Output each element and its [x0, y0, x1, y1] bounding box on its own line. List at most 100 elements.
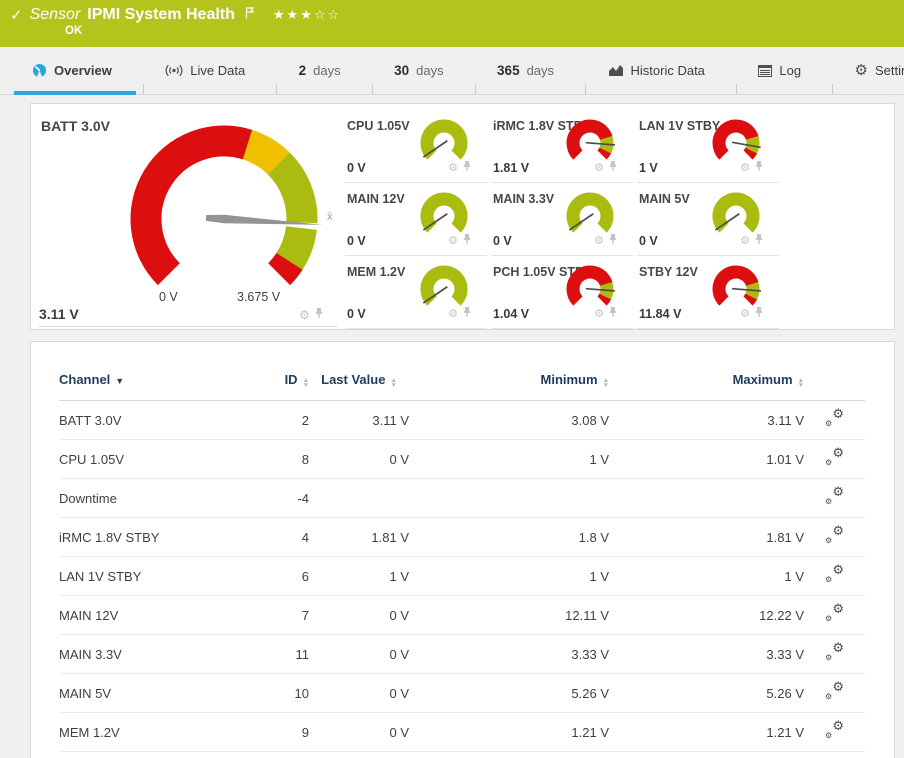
pin-icon[interactable]: [755, 232, 763, 250]
pin-icon[interactable]: [755, 305, 763, 323]
cell-channel: CPU 1.05V: [59, 440, 234, 479]
tab-log[interactable]: Log: [754, 47, 805, 94]
main-gauge: [111, 116, 341, 319]
pin-icon[interactable]: [315, 306, 323, 324]
gear-icon[interactable]: ⚙: [448, 163, 458, 174]
cell-id: -4: [234, 479, 309, 518]
pin-icon[interactable]: [463, 232, 471, 250]
pin-icon[interactable]: [609, 159, 617, 177]
gear-icon[interactable]: ⚙: [594, 309, 604, 320]
column-label: Channel: [59, 372, 110, 387]
tab-historic-data[interactable]: Historic Data: [604, 47, 709, 94]
edit-channel-icon[interactable]: ⚙⚙: [825, 410, 844, 427]
pin-icon[interactable]: [463, 159, 471, 177]
cell-last-value: 1.04 V: [309, 752, 409, 758]
main-gauge-panel: BATT 3.0V x̄ 0 V 3.675 V 3.11 V ⚙: [31, 104, 345, 329]
mini-gauge-panel-main-12v: MAIN 12V0 V⚙: [345, 183, 487, 256]
tab-overview[interactable]: Overview: [28, 47, 116, 94]
cell-channel: BATT 3.0V: [59, 401, 234, 440]
edit-channel-icon[interactable]: ⚙⚙: [825, 605, 844, 622]
sort-arrows-icon: ▲▼: [303, 378, 309, 388]
table-header-id[interactable]: ID▲▼: [234, 372, 309, 401]
gear-icon[interactable]: ⚙: [740, 163, 750, 174]
cell-last-value: 0 V: [309, 596, 409, 635]
tab-label: days: [416, 63, 443, 78]
mini-gauge-title: STBY 12V: [639, 265, 698, 279]
tab-label: Settings: [875, 63, 904, 78]
gear-icon[interactable]: ⚙: [740, 236, 750, 247]
cell-channel: LAN 1V STBY: [59, 557, 234, 596]
cell-channel: MEM 1.2V: [59, 713, 234, 752]
pin-icon[interactable]: [463, 305, 471, 323]
mini-gauge-value: 0 V: [347, 161, 366, 175]
cell-id: 8: [234, 440, 309, 479]
gear-icon[interactable]: ⚙: [594, 163, 604, 174]
gauge-scale-max: 3.675 V: [237, 290, 280, 304]
log-icon: [758, 65, 772, 77]
tab-settings[interactable]: ⚙ Settings: [851, 47, 904, 94]
gear-icon[interactable]: ⚙: [299, 309, 310, 321]
tab-number: 365: [497, 63, 520, 78]
tab-live-data[interactable]: Live Data: [161, 47, 249, 94]
cell-edit: ⚙⚙: [804, 401, 865, 440]
cell-last-value: [309, 479, 409, 518]
cell-edit: ⚙⚙: [804, 752, 865, 758]
gear-icon[interactable]: ⚙: [448, 309, 458, 320]
tab-365-days[interactable]: 365days: [493, 47, 558, 94]
tab-2-days[interactable]: 2days: [295, 47, 345, 94]
mini-gauge-panel-lan-1v-stby: LAN 1V STBY1 V⚙: [637, 110, 779, 183]
mini-gauge-panel-pch-1-05v-stby: PCH 1.05V STBY1.04 V⚙: [491, 256, 633, 329]
channels-table: Channel▼ID▲▼Last Value▲▼Minimum▲▼Maximum…: [59, 372, 865, 758]
mini-gauge-panel-main-5v: MAIN 5V0 V⚙: [637, 183, 779, 256]
mini-gauge-title: MAIN 3.3V: [493, 192, 554, 206]
cell-channel: MAIN 5V: [59, 674, 234, 713]
pin-icon[interactable]: [755, 159, 763, 177]
cell-maximum: [609, 479, 804, 518]
cell-maximum: 5.26 V: [609, 674, 804, 713]
cell-minimum: 1.8 V: [409, 518, 609, 557]
cell-maximum: 1.05 V: [609, 752, 804, 758]
priority-flag-icon[interactable]: [245, 6, 254, 24]
edit-channel-icon[interactable]: ⚙⚙: [825, 722, 844, 739]
cell-edit: ⚙⚙: [804, 713, 865, 752]
edit-channel-icon[interactable]: ⚙⚙: [825, 566, 844, 583]
table-row-downtime: Downtime-4⚙⚙: [59, 479, 865, 518]
gear-icon: ⚙: [855, 63, 868, 78]
cell-minimum: 5.26 V: [409, 674, 609, 713]
cell-last-value: 3.11 V: [309, 401, 409, 440]
mini-gauge-panel-cpu-1-05v: CPU 1.05V 0 V ⚙: [345, 110, 487, 183]
edit-channel-icon[interactable]: ⚙⚙: [825, 527, 844, 544]
edit-channel-icon[interactable]: ⚙⚙: [825, 449, 844, 466]
edit-channel-icon[interactable]: ⚙⚙: [825, 644, 844, 661]
column-label: Minimum: [541, 372, 598, 387]
tab-label: Overview: [54, 63, 112, 78]
gear-icon[interactable]: ⚙: [594, 236, 604, 247]
edit-channel-icon[interactable]: ⚙⚙: [825, 683, 844, 700]
cell-maximum: 1.81 V: [609, 518, 804, 557]
table-row-batt-3-0v: BATT 3.0V23.11 V3.08 V3.11 V⚙⚙: [59, 401, 865, 440]
cell-id: 7: [234, 596, 309, 635]
panel-divider: [39, 326, 337, 327]
gear-icon[interactable]: ⚙: [448, 236, 458, 247]
mini-gauge-title: CPU 1.05V: [347, 119, 410, 133]
cell-last-value: 1 V: [309, 557, 409, 596]
table-row-mem-1-2v: MEM 1.2V90 V1.21 V1.21 V⚙⚙: [59, 713, 865, 752]
table-header-channel[interactable]: Channel▼: [59, 372, 234, 401]
table-row-main-5v: MAIN 5V100 V5.26 V5.26 V⚙⚙: [59, 674, 865, 713]
table-header-max[interactable]: Maximum▲▼: [609, 372, 804, 401]
table-header-last[interactable]: Last Value▲▼: [309, 372, 409, 401]
tab-30-days[interactable]: 30days: [390, 47, 448, 94]
cell-last-value: 0 V: [309, 674, 409, 713]
cell-maximum: 12.22 V: [609, 596, 804, 635]
cell-maximum: 1.21 V: [609, 713, 804, 752]
edit-channel-icon[interactable]: ⚙⚙: [825, 488, 844, 505]
pin-icon[interactable]: [609, 305, 617, 323]
pin-icon[interactable]: [609, 232, 617, 250]
gear-icon[interactable]: ⚙: [740, 309, 750, 320]
mini-gauge-value: 0 V: [347, 234, 366, 248]
table-header-min[interactable]: Minimum▲▼: [409, 372, 609, 401]
cell-minimum: 1.21 V: [409, 713, 609, 752]
priority-stars[interactable]: ★★★☆☆: [273, 7, 341, 23]
column-label: Last Value: [321, 372, 385, 387]
cell-id: 9: [234, 713, 309, 752]
